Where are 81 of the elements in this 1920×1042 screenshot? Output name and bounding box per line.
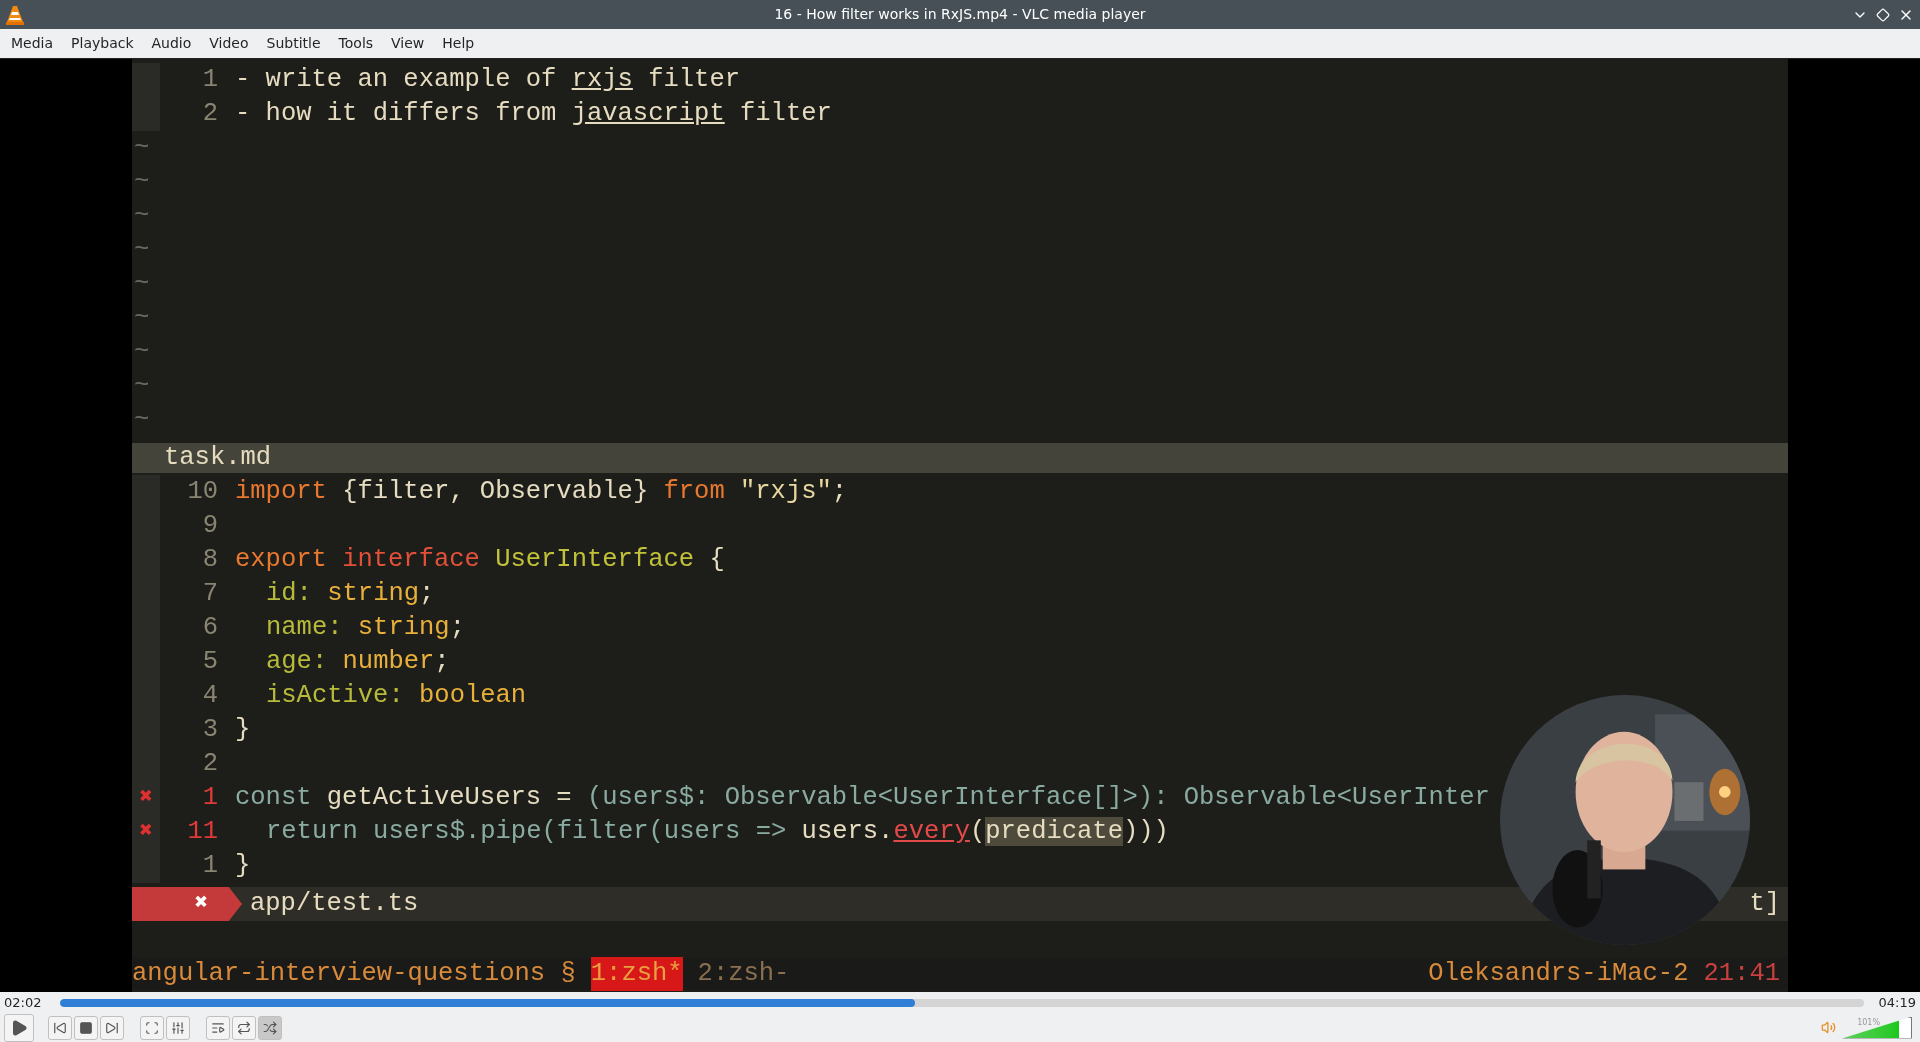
code-line: age: number; <box>265 646 450 678</box>
line-number: 3 <box>201 714 219 746</box>
gutter-cell <box>132 97 160 131</box>
playlist-button[interactable] <box>206 1015 230 1040</box>
host-name: Oleksandrs-iMac-2 <box>1428 958 1689 990</box>
file-path: app/test.ts <box>250 888 419 920</box>
text-line: - write an example of rxjs filter <box>234 64 740 96</box>
code-line: id: string; <box>265 578 435 610</box>
volume-reading: 101% <box>1857 1017 1880 1029</box>
truncated-text: t] <box>1749 888 1781 920</box>
seek-bar[interactable] <box>60 998 1864 1007</box>
menu-item[interactable]: Media <box>2 33 63 54</box>
error-sign: ✖ <box>139 818 153 846</box>
code-line: } <box>234 850 251 882</box>
window-tab[interactable]: 2:zsh- <box>697 957 790 991</box>
sliders-icon <box>171 1020 185 1035</box>
traffic-cone-icon <box>6 4 24 25</box>
code-line: export interface UserInterface { <box>234 544 725 576</box>
menu-item[interactable]: Subtitle <box>257 33 330 54</box>
code-line: import {filter, Observable} from "rxjs"; <box>234 476 848 508</box>
menu-item[interactable]: Tools <box>329 33 383 54</box>
line-number: 9 <box>201 510 219 542</box>
play-icon <box>10 1018 28 1037</box>
fullscreen-icon <box>145 1020 159 1035</box>
empty-line-marker: ~ <box>133 234 151 266</box>
menu-item[interactable]: View <box>382 33 434 54</box>
text-line: - how it differs from javascript filter <box>234 98 832 130</box>
line-number: 1 <box>201 64 219 96</box>
empty-line-marker: ~ <box>133 302 151 334</box>
empty-line-marker: ~ <box>133 200 151 232</box>
code-line: isActive: boolean <box>265 680 527 712</box>
error-sign: ✖ <box>139 784 153 812</box>
stop-icon <box>79 1020 93 1035</box>
line-number: 8 <box>201 544 219 576</box>
error-segment: ✖ <box>132 887 242 921</box>
empty-line-marker: ~ <box>133 336 151 368</box>
menu-item[interactable]: Video <box>200 33 258 54</box>
maximize-icon[interactable] <box>1876 7 1890 22</box>
playlist-icon <box>211 1020 225 1035</box>
clock-time: 21:41 <box>1703 958 1780 990</box>
code-line: const getActiveUsers = (users$: Observable<UserInterface[]>): Observable<UserInter <box>234 782 1490 814</box>
total-time: 04:19 <box>1877 993 1916 1012</box>
code-line: } <box>234 714 251 746</box>
empty-line-marker: ~ <box>133 370 151 402</box>
line-number: 1 <box>201 782 219 814</box>
previous-icon <box>53 1020 67 1035</box>
menu-item[interactable]: Help <box>433 33 484 54</box>
next-button[interactable] <box>100 1015 124 1040</box>
menu-item[interactable]: Audio <box>142 33 201 54</box>
loop-icon <box>237 1020 251 1035</box>
next-icon <box>105 1020 119 1035</box>
empty-line-marker: ~ <box>133 268 151 300</box>
line-number: 2 <box>201 748 219 780</box>
gutter-cell <box>132 475 160 509</box>
line-number: 5 <box>201 646 219 678</box>
elapsed-time: 02:02 <box>4 993 43 1012</box>
line-number: 6 <box>201 612 219 644</box>
file-name: task.md <box>164 442 272 474</box>
empty-line-marker: ~ <box>133 132 151 164</box>
empty-line-marker: ~ <box>133 404 151 436</box>
line-number: 11 <box>186 816 219 848</box>
empty-line-marker: ~ <box>133 166 151 198</box>
line-number: 7 <box>201 578 219 610</box>
window-title: 16 - How filter works in RxJS.mp4 - VLC media player <box>774 5 1146 24</box>
line-number: 2 <box>201 98 219 130</box>
previous-button[interactable] <box>48 1015 72 1040</box>
loop-button[interactable] <box>232 1015 256 1040</box>
code-line: return users$.pipe(filter(users => users.every(predicate))) <box>265 816 1169 848</box>
fullscreen-button[interactable] <box>140 1015 164 1040</box>
line-number: 4 <box>201 680 219 712</box>
shuffle-button[interactable] <box>258 1015 282 1040</box>
shuffle-icon <box>263 1020 277 1035</box>
menu-item[interactable]: Playback <box>62 33 143 54</box>
play-button[interactable] <box>4 1013 34 1042</box>
line-number: 1 <box>201 850 219 882</box>
code-line: name: string; <box>265 612 465 644</box>
gutter-cell <box>132 63 160 97</box>
line-number: 10 <box>186 476 219 508</box>
settings-button[interactable] <box>166 1015 190 1040</box>
stop-button[interactable] <box>74 1015 98 1040</box>
session-name: angular-interview-questions § <box>132 958 576 990</box>
